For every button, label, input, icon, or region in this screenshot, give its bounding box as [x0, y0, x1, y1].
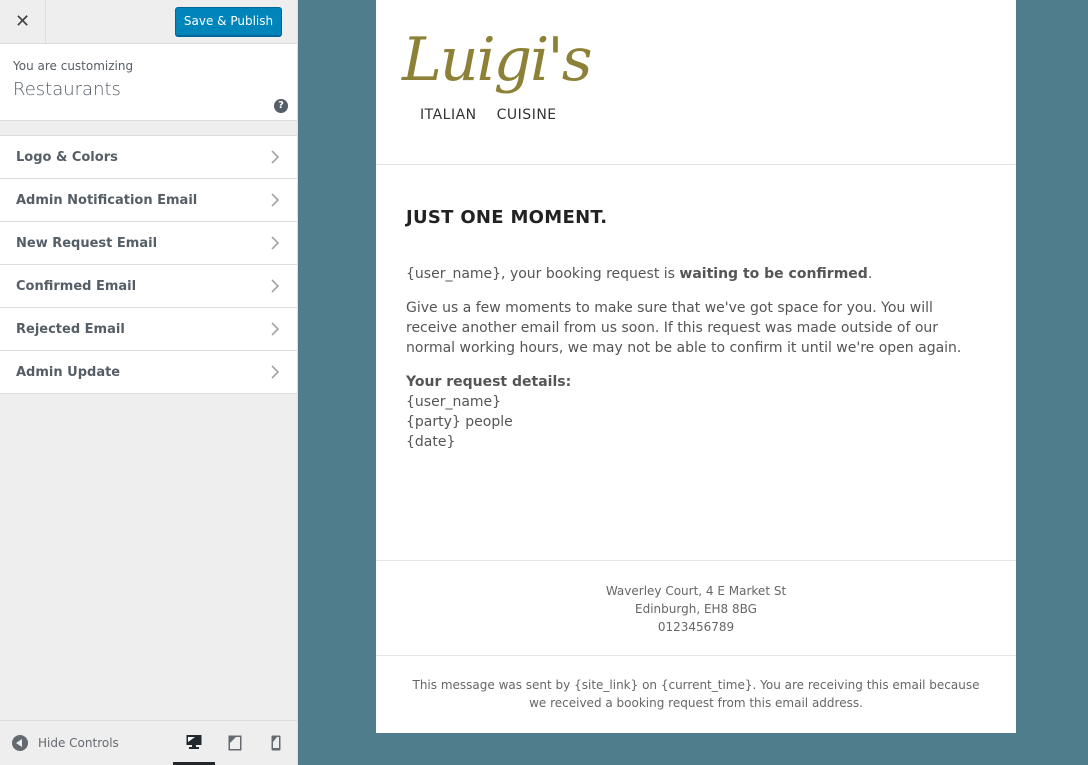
intro-suffix: .: [867, 266, 873, 282]
save-publish-button[interactable]: Save & Publish: [175, 7, 282, 36]
email-preview: Luigi's ITALIAN CUISINE JUST ONE MOMENT. …: [376, 0, 1016, 733]
section-admin-notification-email[interactable]: Admin Notification Email: [0, 179, 297, 222]
section-label: New Request Email: [16, 235, 158, 251]
detail-line: {user_name}: [406, 394, 502, 410]
device-mobile-button[interactable]: [255, 721, 297, 765]
restaurant-logo: Luigi's ITALIAN CUISINE: [402, 30, 602, 130]
device-tablet-button[interactable]: [214, 721, 256, 765]
device-desktop-button[interactable]: [173, 721, 215, 765]
section-list: Logo & Colors Admin Notification Email N…: [0, 135, 297, 394]
email-body: JUST ONE MOMENT. {user_name}, your booki…: [376, 165, 1016, 561]
section-label: Admin Update: [16, 364, 121, 380]
customizer-header: ✕ Save & Publish: [0, 0, 297, 44]
help-icon[interactable]: ?: [274, 99, 288, 113]
address-line: Waverley Court, 4 E Market St: [605, 584, 787, 598]
request-details: Your request details: {user_name} {party…: [406, 372, 986, 452]
address-line: Edinburgh, EH8 8BG: [635, 602, 757, 616]
email-header: Luigi's ITALIAN CUISINE: [376, 0, 1016, 165]
email-intro: {user_name}, your booking request is wai…: [406, 264, 986, 284]
logo-subtitle: ITALIAN CUISINE: [420, 107, 557, 123]
email-paragraph: Give us a few moments to make sure that …: [406, 300, 962, 356]
customizing-label: You are customizing: [13, 59, 134, 73]
section-logo-colors[interactable]: Logo & Colors: [0, 136, 297, 179]
intro-bold: waiting to be confirmed: [679, 266, 868, 282]
site-title: Restaurants: [13, 79, 121, 100]
logo-sub-right: CUISINE: [496, 107, 557, 123]
hide-controls-button[interactable]: Hide Controls: [12, 735, 119, 751]
section-rejected-email[interactable]: Rejected Email: [0, 308, 297, 351]
chevron-right-icon: [271, 150, 280, 164]
chevron-right-icon: [271, 279, 280, 293]
customizer-info: You are customizing Restaurants ?: [0, 44, 297, 121]
mobile-icon: [271, 735, 281, 751]
email-address-block: Waverley Court, 4 E Market St Edinburgh,…: [376, 561, 1016, 656]
details-title: Your request details:: [406, 374, 572, 390]
desktop-icon: [186, 734, 202, 749]
section-label: Rejected Email: [16, 321, 125, 337]
chevron-right-icon: [271, 236, 280, 250]
section-confirmed-email[interactable]: Confirmed Email: [0, 265, 297, 308]
section-label: Admin Notification Email: [16, 192, 198, 208]
logo-script-text: Luigi's: [402, 25, 593, 95]
section-admin-update[interactable]: Admin Update: [0, 351, 297, 394]
close-icon: ✕: [14, 10, 31, 32]
close-button[interactable]: ✕: [0, 0, 46, 43]
hide-controls-label: Hide Controls: [38, 736, 119, 750]
logo-sub-left: ITALIAN: [420, 107, 477, 123]
intro-prefix: {user_name}, your booking request is: [406, 266, 680, 282]
email-heading: JUST ONE MOMENT.: [406, 207, 608, 228]
detail-line: {party} people: [406, 414, 513, 430]
collapse-arrow-icon: [12, 735, 28, 751]
customizer-sidebar: ✕ Save & Publish You are customizing Res…: [0, 0, 298, 765]
section-label: Logo & Colors: [16, 149, 118, 165]
email-footer: This message was sent by {site_link} on …: [412, 678, 980, 710]
chevron-right-icon: [271, 193, 280, 207]
customizer-footer: Hide Controls: [0, 720, 297, 765]
chevron-right-icon: [271, 365, 280, 379]
tablet-icon: [228, 735, 242, 751]
chevron-right-icon: [271, 322, 280, 336]
phone-line: 0123456789: [657, 620, 735, 634]
section-label: Confirmed Email: [16, 278, 137, 294]
section-new-request-email[interactable]: New Request Email: [0, 222, 297, 265]
detail-line: {date}: [406, 434, 456, 450]
